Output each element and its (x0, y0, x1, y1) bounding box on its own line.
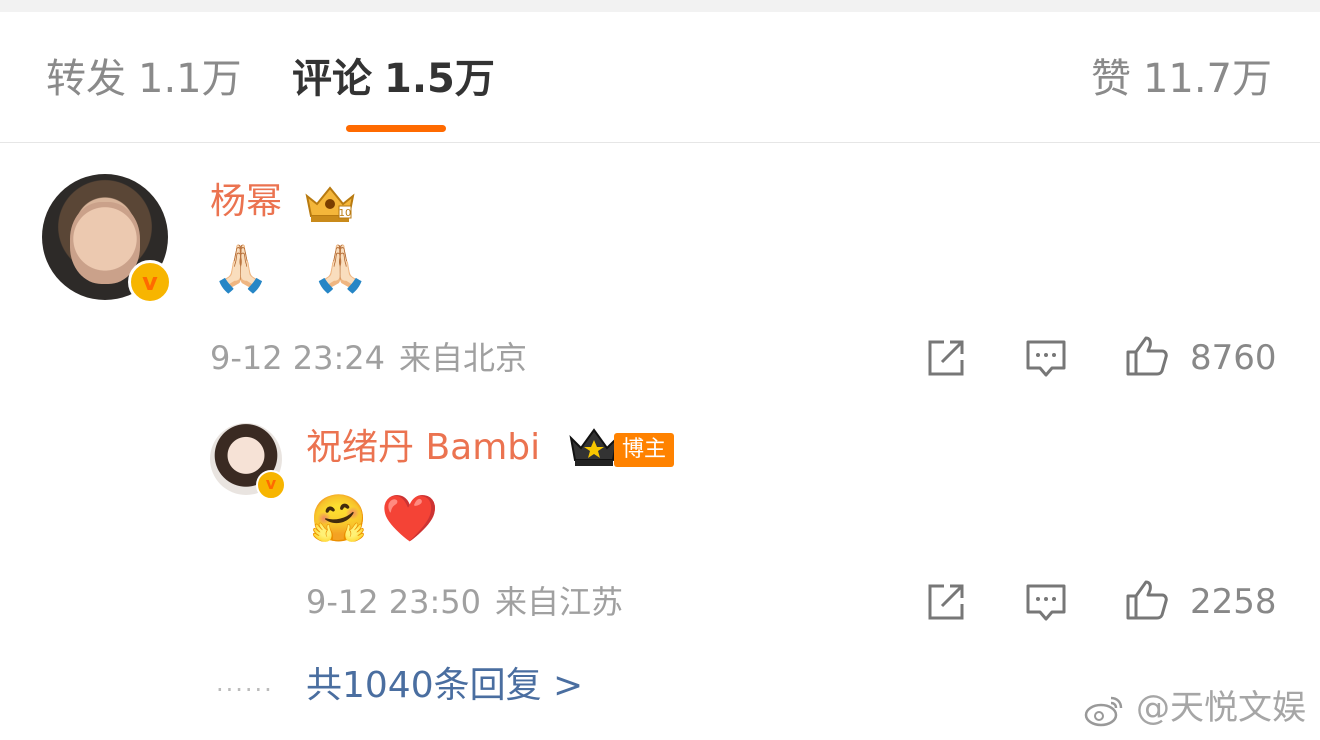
reply-date: 9-12 23:50 (306, 583, 482, 621)
tab-like-label: 赞 (1090, 56, 1131, 102)
status-bar-strip (0, 0, 1320, 12)
watermark-text: @天悦文娱 (1136, 688, 1306, 728)
blogger-badge: 博主 (614, 433, 675, 467)
crown-icon (568, 426, 620, 468)
verified-badge-icon: v (128, 260, 172, 304)
heart-emoji: ❤️ (381, 491, 453, 545)
watermark: @天悦文娱 (1083, 686, 1306, 730)
like-count: 8760 (1190, 338, 1277, 378)
tab-repost-count: 1.1万 (138, 56, 242, 102)
reply-username[interactable]: 祝绪丹 Bambi (306, 426, 540, 470)
comment-icon (1026, 584, 1066, 621)
comment-date: 9-12 23:24 (210, 339, 386, 377)
reply-like-count: 2258 (1190, 582, 1277, 622)
share-icon (928, 340, 964, 376)
thread-dots: ······ (216, 676, 274, 704)
reply-reply-button[interactable] (1024, 580, 1068, 624)
tab-repost[interactable]: 转发 1.1万 (46, 52, 242, 106)
svg-text:10: 10 (339, 208, 352, 219)
verified-badge-icon: v (256, 470, 286, 500)
comment-icon (1026, 340, 1066, 377)
tab-bar: 转发 1.1万 评论 1.5万 赞 11.7万 (0, 12, 1320, 143)
weibo-logo-icon (1084, 696, 1123, 726)
comment-location: 来自北京 (399, 339, 528, 377)
like-icon (1126, 580, 1168, 620)
reply-meta: 9-12 23:50 来自江苏 (306, 582, 623, 622)
reply-button[interactable] (1024, 336, 1068, 380)
tab-comment-label: 评论 (292, 56, 372, 102)
active-tab-indicator (346, 125, 446, 132)
comment-meta: 9-12 23:24 来自北京 (210, 338, 527, 378)
more-replies-link[interactable]: 共1040条回复 > (306, 664, 583, 708)
tab-comment[interactable]: 评论 1.5万 (292, 52, 495, 106)
comment-content: 🙏🏻 🙏🏻 (212, 241, 384, 295)
share-button[interactable] (924, 336, 968, 380)
tab-like-count: 11.7万 (1142, 56, 1272, 102)
reply-like-button[interactable] (1124, 578, 1168, 622)
reply-location: 来自江苏 (495, 583, 624, 621)
reply-share-button[interactable] (924, 580, 968, 624)
tab-comment-count: 1.5万 (384, 56, 495, 102)
crown-icon: 10 (303, 182, 357, 224)
like-icon (1126, 336, 1168, 376)
commenter-username[interactable]: 杨幂 (210, 180, 282, 224)
tab-like[interactable]: 赞 11.7万 (1091, 52, 1272, 106)
reply-emoji: 🤗 (310, 491, 382, 545)
reply-content: 🤗❤️ (310, 490, 453, 546)
share-icon (928, 584, 964, 620)
tab-repost-label: 转发 (46, 56, 126, 102)
like-button[interactable] (1124, 334, 1168, 378)
